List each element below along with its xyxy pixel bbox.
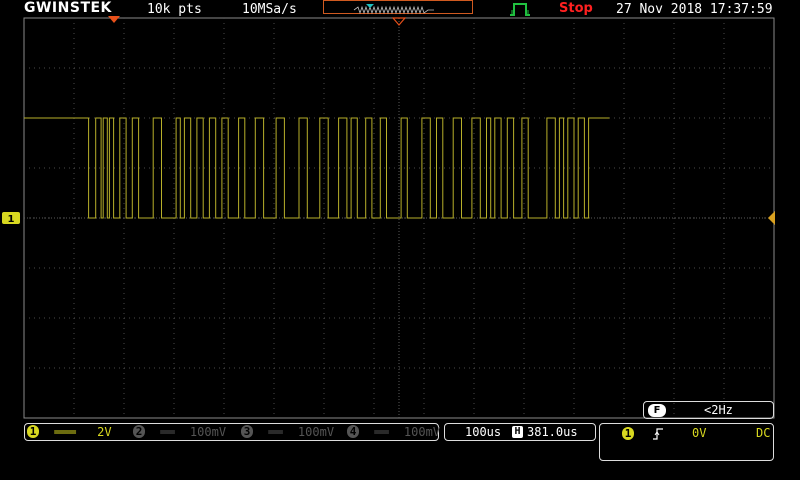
date-label: 27 Nov 2018 xyxy=(616,2,703,17)
horizontal-position: 381.0us xyxy=(527,425,578,439)
record-length: 10k pts xyxy=(147,2,202,17)
channel-status-bar: 1 ═══ 2V 2 ══ 100mV 3 ══ 100mV 4 ══ 100m… xyxy=(24,423,440,441)
ch3-badge: 3 xyxy=(241,425,253,438)
ch4-scale: 100mV xyxy=(403,425,441,439)
ch4-status[interactable]: 4 ══ 100mV xyxy=(347,425,440,439)
ch1-badge: 1 xyxy=(27,425,39,438)
sample-rate: 10MSa/s xyxy=(242,2,297,17)
horizontal-position-icon: H xyxy=(512,426,523,438)
trigger-status-icon xyxy=(510,3,530,16)
svg-text:1: 1 xyxy=(8,214,15,225)
frequency-filter-status[interactable]: F <2Hz xyxy=(643,401,774,419)
memory-overview-bar[interactable] xyxy=(323,0,473,15)
ch2-coupling-icon: ══ xyxy=(160,425,175,439)
ch1-waveform-line xyxy=(24,117,610,219)
trigger-source-badge: 1 xyxy=(622,427,634,440)
trigger-level-marker[interactable] xyxy=(768,211,775,225)
ch4-coupling-icon: ══ xyxy=(374,425,389,439)
ch2-scale: 100mV xyxy=(189,425,227,439)
filter-value: <2Hz xyxy=(704,403,733,417)
ch4-badge: 4 xyxy=(347,425,359,438)
ch2-status[interactable]: 2 ══ 100mV xyxy=(133,425,226,439)
brand-logo: GWINSTEK xyxy=(24,0,112,16)
trigger-status[interactable]: 1 0V DC xyxy=(599,423,774,461)
ch1-scale: 2V xyxy=(97,425,112,439)
ch3-coupling-icon: ══ xyxy=(268,425,283,439)
ch1-status[interactable]: 1 ═══ 2V xyxy=(27,425,112,439)
datetime: 27 Nov 2018 17:37:59 xyxy=(616,2,773,17)
ch3-status[interactable]: 3 ══ 100mV xyxy=(241,425,334,439)
ch1-trace xyxy=(24,117,610,219)
trigger-coupling: DC xyxy=(756,426,771,440)
time-label: 17:37:59 xyxy=(709,2,773,17)
overview-waveform-icon xyxy=(353,4,434,15)
ch2-badge: 2 xyxy=(133,425,145,438)
ch3-scale: 100mV xyxy=(297,425,335,439)
rising-edge-icon xyxy=(653,428,663,440)
run-state-label[interactable]: Stop xyxy=(559,1,593,16)
ch1-coupling-icon: ═══ xyxy=(54,425,76,439)
ch1-ground-marker[interactable]: 1 xyxy=(2,212,20,225)
timebase-status[interactable]: 100us H 381.0us xyxy=(444,423,596,441)
trigger-position-marker xyxy=(108,16,120,23)
trigger-level: 0V xyxy=(692,426,707,440)
timebase-scale: 100us xyxy=(465,425,502,439)
filter-icon: F xyxy=(648,404,666,417)
